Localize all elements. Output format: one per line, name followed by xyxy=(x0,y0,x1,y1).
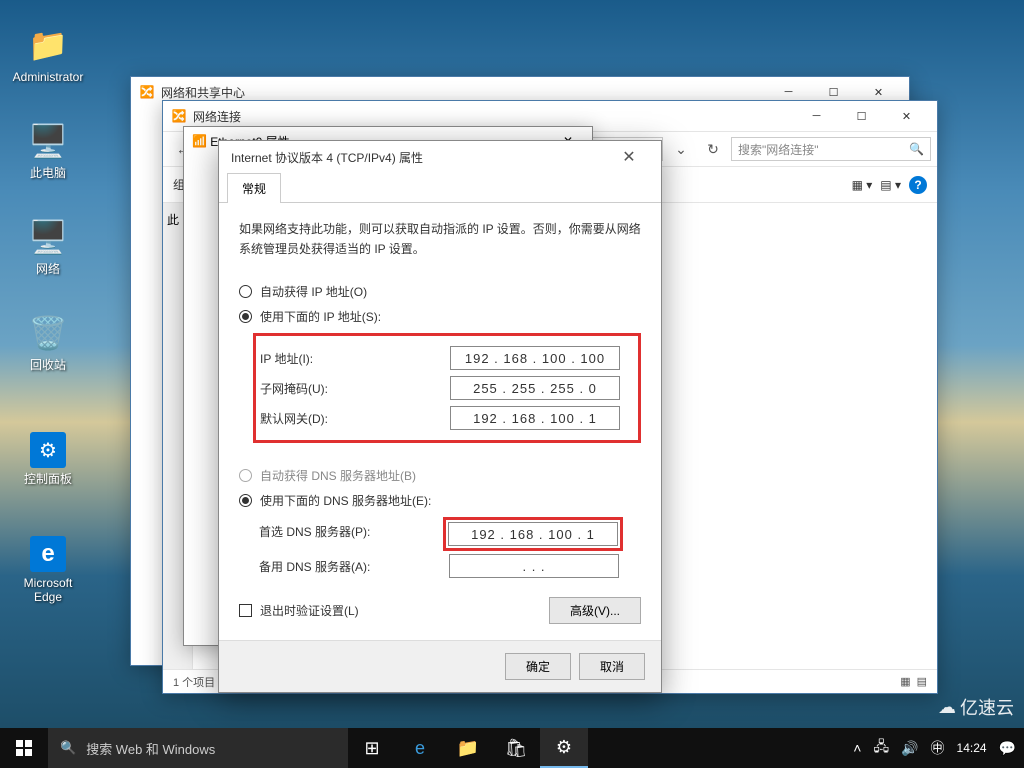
radio-manual-ip[interactable]: 使用下面的 IP 地址(S): xyxy=(239,308,641,325)
ip-settings-highlight: IP 地址(I): 192 . 168 . 100 . 100 子网掩码(U):… xyxy=(253,333,641,443)
action-center-icon[interactable]: 💬 xyxy=(999,740,1016,757)
volume-tray-icon[interactable]: 🔊 xyxy=(901,740,918,757)
windows-icon xyxy=(16,740,32,756)
search-icon: 🔍 xyxy=(60,740,76,756)
radio-label: 使用下面的 DNS 服务器地址(E): xyxy=(260,492,431,509)
ok-button[interactable]: 确定 xyxy=(505,653,571,680)
search-input[interactable]: 搜索"网络连接" 🔍 xyxy=(731,137,931,161)
description-text: 如果网络支持此功能，则可以获取自动指派的 IP 设置。否则，你需要从网络系统管理… xyxy=(239,219,641,259)
minimize-button[interactable]: ─ xyxy=(794,101,839,131)
icon-label: 此电脑 xyxy=(10,166,86,180)
network-tray-icon[interactable]: 🖧 xyxy=(873,736,889,760)
desktop-icon-network[interactable]: 🖥️ 网络 xyxy=(10,216,86,276)
tray-expand-icon[interactable]: ˄ xyxy=(853,740,861,756)
cloud-icon: ☁ xyxy=(938,697,956,718)
window-title: 网络和共享中心 xyxy=(161,84,766,101)
edge-taskbar-icon[interactable]: e xyxy=(396,728,444,768)
user-folder-icon: 📁 xyxy=(27,24,69,66)
search-icon: 🔍 xyxy=(909,142,924,156)
store-icon[interactable]: 🛍 xyxy=(492,728,540,768)
search-placeholder: 搜索"网络连接" xyxy=(738,141,819,158)
radio-manual-dns[interactable]: 使用下面的 DNS 服务器地址(E): xyxy=(239,492,641,509)
icon-label: 控制面板 xyxy=(10,472,86,486)
view-details-button[interactable]: ▤ ▾ xyxy=(880,178,901,192)
network-connections-icon: 🔀 xyxy=(171,108,187,124)
preferred-dns-label: 首选 DNS 服务器(P): xyxy=(259,523,449,540)
search-placeholder: 搜索 Web 和 Windows xyxy=(86,739,215,758)
radio-auto-dns: 自动获得 DNS 服务器地址(B) xyxy=(239,467,641,484)
dialog-title: Internet 协议版本 4 (TCP/IPv4) 属性 xyxy=(231,149,423,166)
desktop-icon-control-panel[interactable]: ⚙ 控制面板 xyxy=(10,432,86,486)
window-title: 网络连接 xyxy=(193,108,794,125)
desktop-icon-this-pc[interactable]: 🖥️ 此电脑 xyxy=(10,120,86,180)
ip-address-input[interactable]: 192 . 168 . 100 . 100 xyxy=(450,346,620,370)
ethernet-icon: 📶 xyxy=(192,134,207,148)
subnet-mask-input[interactable]: 255 . 255 . 255 . 0 xyxy=(450,376,620,400)
tab-general[interactable]: 常规 xyxy=(227,173,281,203)
control-panel-icon: ⚙ xyxy=(30,432,66,468)
view-icons-button[interactable]: ▦ ▾ xyxy=(852,178,873,192)
system-tray: ˄ 🖧 🔊 ㊥ 14:24 💬 xyxy=(845,736,1024,760)
start-button[interactable] xyxy=(0,728,48,768)
help-button[interactable]: ? xyxy=(909,176,927,194)
radio-icon xyxy=(239,285,252,298)
maximize-button[interactable]: ☐ xyxy=(839,101,884,131)
tab-strip: 常规 xyxy=(219,173,661,203)
radio-icon xyxy=(239,494,252,507)
ime-tray-icon[interactable]: ㊥ xyxy=(931,738,945,758)
radio-icon xyxy=(239,469,252,482)
recycle-bin-icon: 🗑️ xyxy=(27,312,69,354)
clock[interactable]: 14:24 xyxy=(957,741,987,755)
advanced-button[interactable]: 高级(V)... xyxy=(549,597,641,624)
gateway-input[interactable]: 192 . 168 . 100 . 1 xyxy=(450,406,620,430)
dropdown-button[interactable]: ⌄ xyxy=(667,136,695,162)
view-large-icon[interactable]: ▦ xyxy=(900,675,910,688)
icon-label: 回收站 xyxy=(10,358,86,372)
network-center-icon: 🔀 xyxy=(139,84,155,100)
ip-address-label: IP 地址(I): xyxy=(260,350,450,367)
alt-dns-input[interactable]: . . . xyxy=(449,554,619,578)
preferred-dns-input[interactable]: 192 . 168 . 100 . 1 xyxy=(448,522,618,546)
checkbox-label: 退出时验证设置(L) xyxy=(260,602,359,619)
refresh-button[interactable]: ↻ xyxy=(699,136,727,162)
item-count: 1 个项目 xyxy=(173,674,215,690)
checkbox-icon xyxy=(239,604,252,617)
file-explorer-icon[interactable]: 📁 xyxy=(444,728,492,768)
network-icon: 🖥️ xyxy=(27,216,69,258)
icon-label: Administrator xyxy=(10,70,86,84)
radio-label: 使用下面的 IP 地址(S): xyxy=(260,308,381,325)
taskbar: 🔍 搜索 Web 和 Windows ⊞ e 📁 🛍 ⚙ ˄ 🖧 🔊 ㊥ 14:… xyxy=(0,728,1024,768)
edge-icon: e xyxy=(30,536,66,572)
watermark-text: 亿速云 xyxy=(960,694,1014,720)
watermark: ☁ 亿速云 xyxy=(938,694,1014,720)
desktop-icon-recycle-bin[interactable]: 🗑️ 回收站 xyxy=(10,312,86,372)
alt-dns-label: 备用 DNS 服务器(A): xyxy=(259,558,449,575)
cancel-button[interactable]: 取消 xyxy=(579,653,645,680)
control-panel-taskbar-icon[interactable]: ⚙ xyxy=(540,728,588,768)
radio-auto-ip[interactable]: 自动获得 IP 地址(O) xyxy=(239,283,641,300)
close-button[interactable]: ✕ xyxy=(884,101,929,131)
radio-label: 自动获得 DNS 服务器地址(B) xyxy=(260,467,416,484)
desktop-icon-edge[interactable]: e Microsoft Edge xyxy=(10,536,86,604)
close-button[interactable]: ✕ xyxy=(609,141,649,173)
gateway-label: 默认网关(D): xyxy=(260,410,450,427)
radio-label: 自动获得 IP 地址(O) xyxy=(260,283,367,300)
task-view-button[interactable]: ⊞ xyxy=(348,728,396,768)
icon-label: Microsoft Edge xyxy=(10,576,86,604)
radio-icon xyxy=(239,310,252,323)
pc-icon: 🖥️ xyxy=(27,120,69,162)
taskbar-search[interactable]: 🔍 搜索 Web 和 Windows xyxy=(48,728,348,768)
subnet-mask-label: 子网掩码(U): xyxy=(260,380,450,397)
titlebar[interactable]: Internet 协议版本 4 (TCP/IPv4) 属性 ✕ xyxy=(219,141,661,173)
desktop-icon-administrator[interactable]: 📁 Administrator xyxy=(10,24,86,84)
view-details-icon[interactable]: ▤ xyxy=(917,675,927,688)
icon-label: 网络 xyxy=(10,262,86,276)
ipv4-properties-dialog: Internet 协议版本 4 (TCP/IPv4) 属性 ✕ 常规 如果网络支… xyxy=(218,140,662,693)
